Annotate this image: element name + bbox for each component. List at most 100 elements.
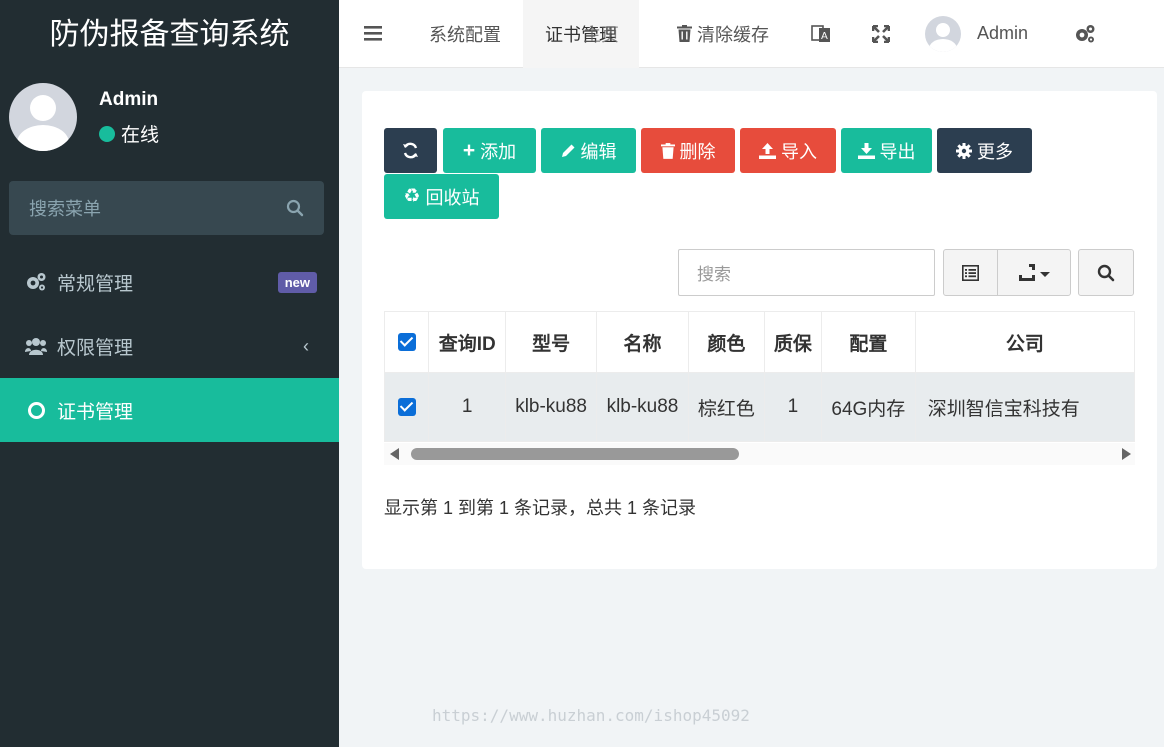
- hamburger-icon: [364, 26, 382, 41]
- scroll-left-icon[interactable]: [390, 448, 399, 460]
- clear-cache-label: 清除缓存: [697, 24, 769, 45]
- sidebar-menu: 常规管理 new 权限管理 ‹ 证书管理: [0, 250, 339, 442]
- menu-search-placeholder: 搜索菜单: [29, 199, 101, 219]
- expand-icon: [872, 24, 890, 43]
- watermark: https://www.huzhan.com/ishop45092: [432, 706, 750, 725]
- user-menu[interactable]: Admin: [911, 0, 1042, 68]
- checkbox-checked-icon: [397, 397, 416, 416]
- data-table: 查询ID 型号 名称 颜色 质保 配置 公司 1 klb-ku88 klb-ku…: [384, 311, 1135, 442]
- app-title: 防伪报备查询系统: [49, 17, 290, 52]
- translate-button[interactable]: A: [791, 0, 851, 68]
- pencil-icon: [561, 144, 574, 157]
- export-label: 导出: [879, 141, 916, 162]
- username: Admin: [977, 23, 1029, 43]
- import-label: 导入: [781, 141, 817, 162]
- more-button[interactable]: 更多: [937, 128, 1032, 173]
- sidebar: 防伪报备查询系统 Admin 在线 搜索菜单 常规管理 new 权限管理 ‹ 证…: [0, 0, 339, 747]
- user-name: Admin: [99, 89, 159, 110]
- delete-button[interactable]: 删除: [641, 128, 735, 173]
- user-status: 在线: [99, 120, 219, 147]
- recycle-icon: ♻: [403, 186, 421, 207]
- sidebar-item-general[interactable]: 常规管理 new: [0, 250, 339, 314]
- table-view-controls: [943, 249, 1071, 296]
- table-search-input[interactable]: 搜索: [678, 249, 935, 296]
- export-icon: [1019, 263, 1050, 281]
- translate-icon: A: [811, 24, 830, 42]
- avatar: [925, 15, 961, 52]
- clear-cache-button[interactable]: 清除缓存: [639, 0, 791, 68]
- chevron-left-icon: ‹: [303, 335, 309, 356]
- column-header[interactable]: 公司: [914, 311, 1135, 373]
- cell-id: 1: [428, 372, 507, 442]
- trash-icon: [677, 25, 692, 42]
- search-icon[interactable]: [286, 199, 304, 217]
- tab-label: 系统配置: [429, 24, 501, 45]
- column-header[interactable]: 型号: [505, 311, 598, 373]
- list-icon: [962, 264, 979, 281]
- scroll-thumb[interactable]: [411, 448, 739, 460]
- sidebar-item-label: 常规管理: [57, 273, 134, 295]
- svg-text:A: A: [821, 31, 828, 42]
- export-button[interactable]: 导出: [841, 128, 932, 173]
- fullscreen-button[interactable]: [851, 0, 911, 68]
- cell-config: 64G内存: [820, 372, 916, 442]
- table-row[interactable]: 1 klb-ku88 klb-ku88 棕红色 1 64G内存 深圳智信宝科技有: [384, 372, 1135, 442]
- sidebar-item-label: 权限管理: [57, 337, 134, 359]
- users-icon: [24, 337, 48, 355]
- top-navbar: 系统配置 证书管理 主页 清除缓存 A Admin: [339, 0, 1164, 68]
- menu-search-input[interactable]: 搜索菜单: [9, 181, 324, 235]
- add-button[interactable]: + 添加: [443, 128, 536, 173]
- row-checkbox[interactable]: [384, 372, 430, 442]
- user-panel: Admin 在线: [9, 83, 159, 151]
- tab-system-config[interactable]: 系统配置: [407, 0, 523, 68]
- column-header[interactable]: 配置: [820, 311, 916, 373]
- gear-icon: [1076, 24, 1095, 42]
- cogs-icon: [24, 272, 48, 292]
- gear-icon: [956, 142, 972, 159]
- refresh-icon: [403, 142, 418, 159]
- settings-button[interactable]: [1042, 0, 1096, 68]
- tab-certificates[interactable]: 证书管理 主页: [523, 0, 639, 68]
- horizontal-scrollbar[interactable]: [384, 443, 1135, 465]
- refresh-button[interactable]: [384, 128, 437, 173]
- column-header[interactable]: 名称: [596, 311, 689, 373]
- column-header[interactable]: 查询ID: [428, 311, 507, 373]
- toggle-view-button[interactable]: [944, 250, 998, 295]
- avatar: [9, 83, 77, 151]
- new-badge: new: [277, 271, 317, 293]
- upload-icon: [759, 142, 776, 159]
- pagination-summary: 显示第 1 到第 1 条记录，总共 1 条记录: [384, 498, 697, 518]
- search-placeholder: 搜索: [697, 265, 731, 284]
- online-dot-icon: [99, 125, 115, 142]
- download-icon: [857, 142, 875, 159]
- sidebar-item-certificates[interactable]: 证书管理: [0, 378, 339, 442]
- export-dropdown-button[interactable]: [998, 250, 1070, 295]
- scroll-right-icon[interactable]: [1122, 448, 1131, 460]
- circle-icon: [24, 401, 48, 419]
- tab-home-overlap[interactable]: 主页: [583, 21, 619, 47]
- plus-icon: +: [462, 138, 476, 162]
- cell-warranty: 1: [763, 372, 822, 442]
- cell-name: klb-ku88: [596, 372, 689, 442]
- content-panel: + 添加 编辑 删除 导入 导出 更多 ♻ 回收站 搜索 查询ID 型号 名称 …: [362, 91, 1157, 569]
- select-all-checkbox[interactable]: [384, 311, 430, 373]
- import-button[interactable]: 导入: [740, 128, 836, 173]
- sidebar-toggle-button[interactable]: [339, 0, 407, 68]
- recycle-label: 回收站: [425, 187, 480, 208]
- add-label: 添加: [480, 141, 517, 162]
- cell-color: 棕红色: [687, 372, 765, 442]
- recycle-bin-button[interactable]: ♻ 回收站: [384, 174, 499, 219]
- trash-icon: [660, 142, 675, 159]
- more-label: 更多: [977, 141, 1013, 162]
- sidebar-item-permissions[interactable]: 权限管理 ‹: [0, 314, 339, 378]
- status-label: 在线: [121, 125, 160, 146]
- cell-company: 深圳智信宝科技有: [914, 372, 1135, 442]
- column-header[interactable]: 质保: [763, 311, 822, 373]
- edit-button[interactable]: 编辑: [541, 128, 636, 173]
- cell-model: klb-ku88: [505, 372, 598, 442]
- search-icon: [1097, 264, 1115, 281]
- column-header[interactable]: 颜色: [687, 311, 765, 373]
- delete-label: 删除: [679, 141, 716, 162]
- checkbox-checked-icon: [397, 332, 416, 351]
- search-button[interactable]: [1078, 249, 1134, 296]
